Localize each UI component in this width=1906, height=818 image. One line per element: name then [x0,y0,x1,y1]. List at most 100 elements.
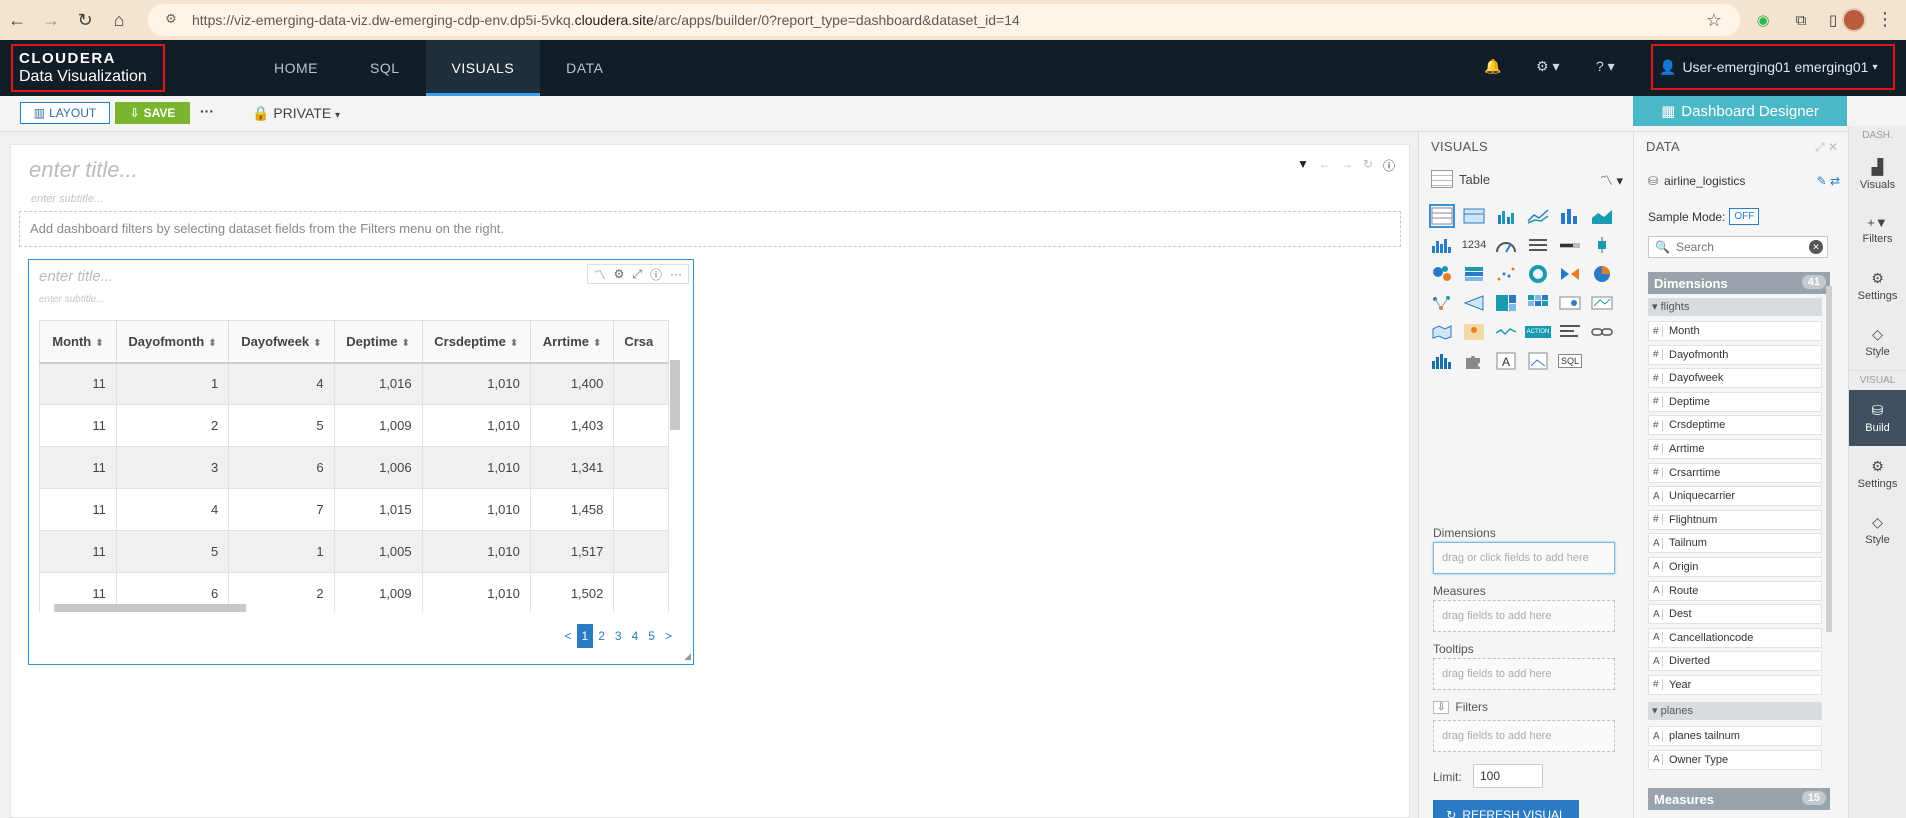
column-header-deptime[interactable]: Deptime ⬍ [333,320,423,364]
redo-icon[interactable]: → [1341,157,1353,174]
rail-dash-settings[interactable]: ⚙ Settings [1849,258,1906,314]
info-icon[interactable]: ⓘ [1383,157,1395,174]
measures-section-header[interactable]: Measures 15 [1648,788,1830,810]
dashboard-filter-area[interactable]: Add dashboard filters by selecting datas… [19,211,1401,247]
interactive-map-icon[interactable] [1461,320,1487,344]
edit-dataset-icon[interactable]: ✎ [1817,174,1827,188]
correlation-heatmap-icon[interactable] [1461,262,1487,286]
field-item[interactable]: A Dest [1648,604,1822,625]
link-icon[interactable] [1589,320,1615,344]
field-search-input[interactable]: 🔍 Search ✕ [1648,236,1828,258]
field-item[interactable]: A Uniquecarrier [1648,486,1822,507]
visual-subtitle-input[interactable]: enter subtitle... [39,294,105,305]
sidebar-icon[interactable]: ▯ [1822,9,1844,31]
nav-tab-visuals[interactable]: VISUALS [425,40,541,96]
address-bar[interactable]: ⚙ https://viz-emerging-data-viz.dw-emerg… [148,4,1740,36]
field-item[interactable]: # Crsdeptime [1648,415,1822,436]
heatmap-icon[interactable] [1525,291,1551,315]
table-visual[interactable]: enter title... enter subtitle... 〽 ⚙ ⤢ ⓘ… [28,259,694,665]
table-vertical-scrollbar[interactable] [670,360,680,430]
rail-visual-build[interactable]: ⛁ Build [1849,390,1906,446]
profile-avatar[interactable] [1842,8,1866,32]
field-group-planes[interactable]: ▾ planes [1648,702,1822,720]
bullet-icon[interactable] [1557,233,1583,257]
column-header-dayofmonth[interactable]: Dayofmonth ⬍ [115,320,230,364]
extension-eye-icon[interactable]: ◉ [1752,9,1774,31]
field-item[interactable]: A Origin [1648,556,1822,577]
page-button-1[interactable]: 1 [576,624,594,648]
gear-icon[interactable]: ⚙ ▾ [1536,58,1559,75]
line-chart-icon[interactable] [1525,204,1551,228]
boxplot-icon[interactable] [1589,233,1615,257]
home-icon[interactable]: ⌂ [102,0,136,40]
next-page-button[interactable]: > [660,624,677,648]
sparkline-icon[interactable] [1493,320,1519,344]
histogram-icon[interactable] [1429,233,1455,257]
scatter-icon[interactable] [1493,262,1519,286]
info-icon[interactable]: ⓘ [650,266,662,283]
more-options-button[interactable]: ··· [200,103,214,119]
tooltips-shelf[interactable]: drag fields to add here [1433,658,1615,690]
column-header-dayofweek[interactable]: Dayofweek ⬍ [228,320,335,364]
kpi-icon[interactable]: 1234 [1461,233,1487,257]
reload-icon[interactable]: ↻ [68,0,102,40]
visual-type-dropdown-icon[interactable]: 〽 ▾ [1600,170,1623,189]
prev-page-button[interactable]: < [560,624,577,648]
field-item[interactable]: # Dayofmonth [1648,344,1822,365]
field-item[interactable]: # Month [1648,321,1822,341]
rail-dash-filters[interactable]: +▼ Filters [1849,202,1906,258]
user-menu[interactable]: 👤 User-emerging01 emerging01 ▾ [1651,44,1895,90]
page-button-2[interactable]: 2 [593,624,610,648]
combo-bar-icon[interactable] [1429,349,1455,373]
treemap-icon[interactable] [1493,291,1519,315]
field-item[interactable]: A Tailnum [1648,533,1822,554]
expand-icon[interactable]: ⤢ [632,267,642,282]
browser-menu-icon[interactable]: ⋮ [1876,10,1894,28]
filters-shelf[interactable]: drag fields to add here [1433,720,1615,752]
dashboard-title-input[interactable]: enter title... [29,157,138,183]
download-icon[interactable]: ⇩ [1433,700,1450,714]
field-item[interactable]: # Year [1648,674,1822,695]
layout-button[interactable]: ▥ LAYOUT [20,102,110,124]
column-header-crsarrtime[interactable]: Crsa [613,320,669,364]
resize-handle-icon[interactable]: ◢ [684,651,691,662]
filter-icon[interactable]: ▼ [1297,157,1309,174]
site-info-icon[interactable]: ⚙ [162,11,180,29]
image-icon[interactable] [1525,349,1551,373]
rail-visual-style[interactable]: ◇ Style [1849,502,1906,558]
nav-tab-home[interactable]: HOME [248,40,344,96]
bell-icon[interactable]: 🔔 [1484,58,1501,75]
column-header-crsdeptime[interactable]: Crsdeptime ⬍ [421,320,531,364]
field-item[interactable]: A Route [1648,580,1822,601]
funnel-icon[interactable] [1461,291,1487,315]
map-icon[interactable] [1429,320,1455,344]
action-icon[interactable]: ACTION [1524,320,1552,344]
table-viewport[interactable]: Month ⬍ Dayofmonth ⬍ Dayofweek ⬍ Deptime ⬍ C… [39,320,669,612]
text-icon[interactable]: A [1493,349,1519,373]
chord-icon[interactable] [1589,291,1615,315]
rich-text-icon[interactable] [1557,320,1583,344]
field-item[interactable]: A Cancellationcode [1648,627,1822,648]
extension-viz-icon[interactable] [1557,291,1583,315]
nav-tab-data[interactable]: DATA [540,40,629,96]
change-visual-icon[interactable]: 〽 [594,266,606,283]
dashboard-subtitle-input[interactable]: enter subtitle... [31,193,103,205]
logo[interactable]: CLOUDERA Data Visualization [11,44,165,92]
area-chart-icon[interactable] [1589,204,1615,228]
cross-tab-icon[interactable] [1461,204,1487,228]
visual-title-input[interactable]: enter title... [39,268,113,285]
expand-icon[interactable]: ⤢ [1815,140,1825,154]
rail-dash-style[interactable]: ◇ Style [1849,314,1906,370]
clear-search-icon[interactable]: ✕ [1809,240,1823,254]
grouped-bar-icon[interactable] [1493,204,1519,228]
page-button-3[interactable]: 3 [610,624,627,648]
table-visual-icon[interactable] [1429,204,1455,228]
donut-icon[interactable] [1525,262,1551,286]
close-icon[interactable]: ✕ [1828,140,1838,154]
field-item[interactable]: # Flightnum [1648,509,1822,530]
measures-shelf[interactable]: drag fields to add here [1433,600,1615,632]
undo-icon[interactable]: ← [1319,157,1331,174]
field-item[interactable]: # Arrtime [1648,438,1822,459]
packed-bubbles-icon[interactable] [1429,262,1455,286]
gear-icon[interactable]: ⚙ [614,267,625,281]
